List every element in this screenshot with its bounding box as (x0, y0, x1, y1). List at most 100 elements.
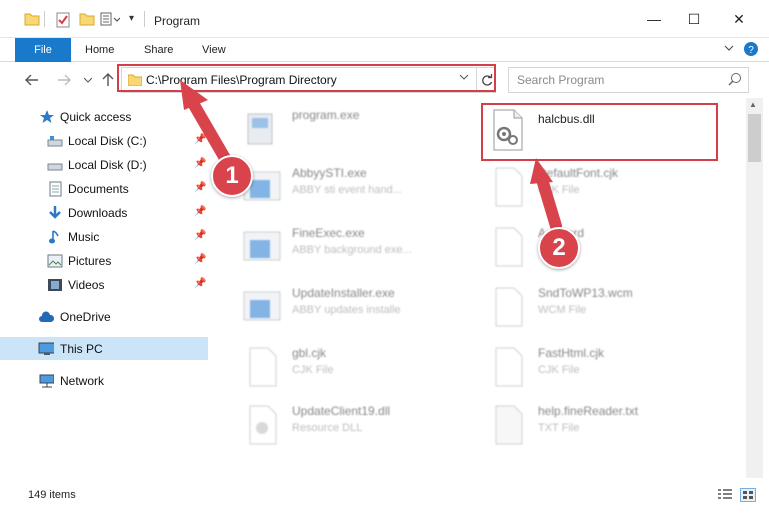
file-item[interactable]: Assword (484, 218, 734, 276)
document-icon (488, 284, 528, 328)
document-icon (242, 344, 282, 388)
file-item[interactable]: UpdateClient19.dll Resource DLL (238, 396, 488, 454)
chevron-down-icon[interactable] (724, 43, 734, 56)
step-2-badge: 2 (538, 227, 580, 269)
file-type: ABBY background exe... (292, 244, 412, 256)
sidebar-item-local-disk-d[interactable]: Local Disk (D:) 📌 (0, 153, 210, 176)
star-icon (39, 109, 55, 125)
details-view-icon[interactable] (717, 488, 733, 502)
file-item[interactable]: AbbyySTI.exe ABBY sti event hand... (238, 158, 488, 216)
file-item[interactable]: FineExec.exe ABBY background exe... (238, 218, 488, 276)
application-icon (242, 224, 282, 268)
sidebar-item-videos[interactable]: Videos 📌 (0, 273, 210, 296)
item-count: 149 items (28, 489, 76, 501)
sidebar-item-this-pc[interactable]: This PC (0, 337, 208, 360)
sidebar-item-pictures[interactable]: Pictures 📌 (0, 249, 210, 272)
sidebar-item-downloads[interactable]: Downloads 📌 (0, 201, 210, 224)
pictures-icon (47, 253, 63, 269)
recent-locations-button[interactable] (78, 70, 98, 90)
sidebar-item-label: OneDrive (60, 309, 111, 324)
file-type: ABBY updates installe (292, 304, 401, 316)
file-type: CJK File (538, 184, 580, 196)
sidebar-item-quick-access[interactable]: Quick access (0, 105, 210, 128)
sidebar-item-label: Local Disk (C:) (68, 133, 147, 148)
back-button[interactable] (22, 70, 42, 90)
document-icon (488, 164, 528, 208)
pin-icon[interactable]: 📌 (194, 134, 206, 145)
tab-home[interactable]: Home (85, 38, 114, 62)
file-name: DefaultFont.cjk (538, 166, 619, 180)
drive-icon (47, 133, 63, 149)
file-item[interactable]: FastHtml.cjk CJK File (484, 338, 734, 396)
drive-icon (47, 157, 63, 173)
properties-icon[interactable] (56, 12, 70, 31)
new-folder-icon[interactable] (79, 12, 95, 29)
ribbon-tabs: File Home Share View ? (0, 38, 769, 62)
sidebar-item-label: Documents (68, 181, 129, 196)
sidebar-item-label: Local Disk (D:) (68, 157, 147, 172)
installer-icon (242, 106, 282, 150)
pin-icon[interactable]: 📌 (194, 158, 206, 169)
sidebar-item-label: Quick access (60, 109, 132, 124)
pin-icon[interactable]: 📌 (194, 182, 206, 193)
scroll-up-arrow-icon[interactable]: ▲ (749, 100, 757, 109)
dll-icon (242, 402, 282, 446)
cloud-icon (38, 309, 54, 325)
search-box[interactable]: Search Program (508, 67, 749, 93)
file-item[interactable]: UpdateInstaller.exe ABBY updates install… (238, 278, 488, 336)
tab-share[interactable]: Share (144, 38, 173, 62)
pin-icon[interactable]: 📌 (194, 206, 206, 217)
address-highlight (117, 64, 496, 92)
file-name: SndToWP13.wcm (538, 286, 633, 300)
sidebar-item-music[interactable]: Music 📌 (0, 225, 210, 248)
navigation-pane: Quick access Local Disk (C:) 📌 Local Dis… (0, 98, 210, 478)
scroll-thumb[interactable] (748, 114, 761, 162)
pin-icon[interactable]: 📌 (194, 278, 206, 289)
close-button[interactable]: ✕ (716, 0, 762, 38)
file-item[interactable]: gbl.cjk CJK File (238, 338, 488, 396)
file-item[interactable]: SndToWP13.wcm WCM File (484, 278, 734, 336)
sidebar-item-network[interactable]: Network (0, 369, 210, 392)
divider (144, 11, 145, 27)
sidebar-item-documents[interactable]: Documents 📌 (0, 177, 210, 200)
file-name: gbl.cjk (292, 346, 327, 360)
sidebar-item-local-disk-c[interactable]: Local Disk (C:) 📌 (0, 129, 210, 152)
computer-icon (38, 341, 54, 357)
help-icon[interactable]: ? (743, 41, 759, 60)
tab-view[interactable]: View (202, 38, 226, 62)
file-item[interactable]: DefaultFont.cjk CJK File (484, 158, 734, 216)
file-name: program.exe (292, 108, 360, 122)
tab-file[interactable]: File (15, 38, 71, 62)
large-icons-view-icon[interactable] (740, 488, 756, 502)
view-options-icon[interactable] (100, 12, 121, 29)
pin-icon[interactable]: 📌 (194, 230, 206, 241)
title-bar: ▾ Program — ☐ ✕ (0, 0, 769, 38)
application-icon (242, 284, 282, 328)
sidebar-item-label: Music (68, 229, 100, 244)
status-bar: 149 items (0, 478, 769, 523)
videos-icon (47, 277, 63, 293)
divider (44, 11, 45, 27)
file-item[interactable]: program.exe (238, 100, 488, 158)
forward-button[interactable] (54, 70, 74, 90)
sidebar-item-label: This PC (60, 341, 103, 356)
search-input[interactable]: Search Program (517, 73, 604, 87)
customize-toolbar-icon[interactable]: ▾ (129, 13, 134, 24)
vertical-scrollbar[interactable]: ▲ (746, 98, 763, 478)
maximize-button[interactable]: ☐ (671, 0, 717, 38)
sidebar-item-onedrive[interactable]: OneDrive (0, 305, 210, 328)
window-title: Program (154, 14, 201, 28)
text-file-icon (488, 402, 528, 446)
file-type: TXT File (538, 422, 580, 434)
file-item[interactable]: help.fineReader.txt TXT File (484, 396, 734, 454)
file-highlight (481, 103, 718, 161)
up-button[interactable] (98, 70, 118, 90)
file-type: ABBY sti event hand... (292, 184, 402, 196)
file-type: WCM File (538, 304, 587, 316)
file-name: FineExec.exe (292, 226, 365, 240)
sidebar-item-label: Network (60, 373, 105, 388)
search-icon[interactable] (728, 72, 742, 89)
file-type: Resource DLL (292, 422, 363, 434)
pin-icon[interactable]: 📌 (194, 254, 206, 265)
folder-icon[interactable] (24, 12, 40, 29)
